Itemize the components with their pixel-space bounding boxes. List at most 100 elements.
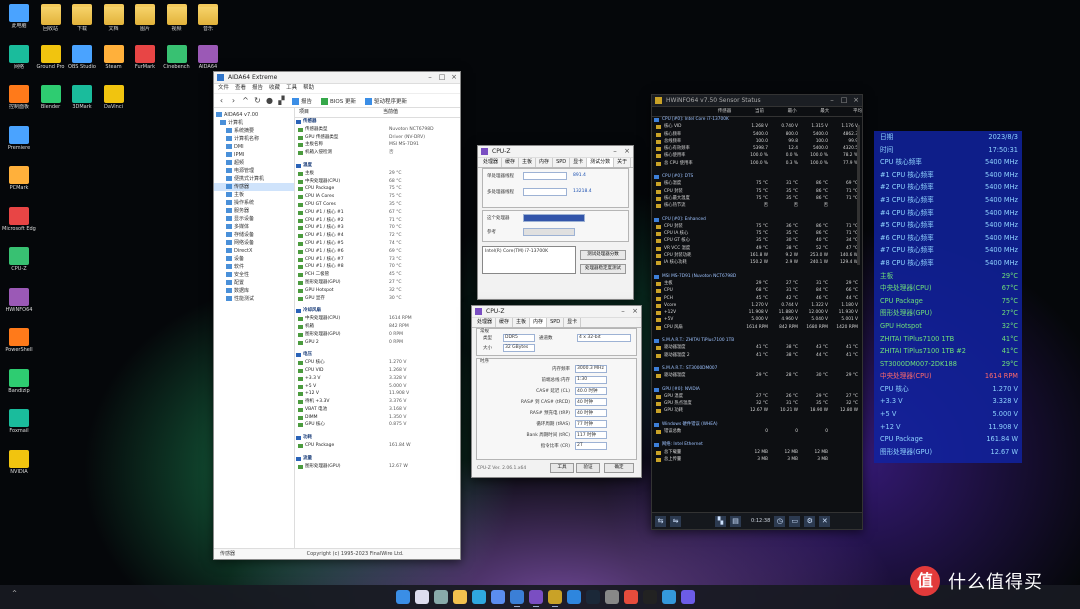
search-icon[interactable]: [415, 590, 429, 604]
desktop-icon[interactable]: 此电脑: [2, 4, 36, 29]
tree-item[interactable]: 存储设备: [214, 231, 294, 239]
arrows-icon[interactable]: ⇆: [655, 515, 666, 527]
start-icon[interactable]: [396, 590, 410, 604]
tab-7[interactable]: 关于: [614, 158, 632, 167]
cpuz-memory-titlebar[interactable]: CPU-Z – ×: [472, 306, 641, 318]
desktop-icon[interactable]: 图片: [128, 4, 162, 32]
sensor-row[interactable]: CPU 封装功耗 161.8 W 9.2 W 253.0 W 140.6 W: [652, 252, 862, 259]
chart-icon[interactable]: ▞: [277, 96, 286, 105]
sensor-row[interactable]: 中央处理器(CPU) 68 °C: [295, 178, 460, 186]
tree-item[interactable]: 计算机: [214, 119, 294, 127]
sensor-row[interactable]: 待机 +3.3V 3.376 V: [295, 398, 460, 406]
tree-item[interactable]: 便携式计算机: [214, 175, 294, 183]
section-header[interactable]: 功耗: [295, 434, 460, 442]
sensor-group-header[interactable]: S.M.A.R.T.: ZHITAI TiPlus7100 1TB: [652, 337, 862, 344]
refresh-icon[interactable]: ↻: [253, 96, 262, 105]
desktop-icon[interactable]: Bandizip: [2, 368, 36, 394]
chrome-icon[interactable]: [624, 590, 638, 604]
sensor-row[interactable]: GPU 核心 0.875 V: [295, 421, 460, 429]
sensor-group-header[interactable]: CPU [#0]: Enhanced: [652, 216, 862, 223]
sensor-row[interactable]: VBAT 电池 3.168 V: [295, 406, 460, 414]
sensor-row[interactable]: CPU 封装 75 °C 36 °C 86 °C 71 °C: [652, 223, 862, 230]
sensor-row[interactable]: 核心频率 5400.0 800.0 5400.0 4862.3: [652, 131, 862, 138]
sensor-group-header[interactable]: Windows 硬件错误 (WHEA): [652, 421, 862, 428]
sensor-row[interactable]: 主板 29 °C 27 °C 31 °C 29 °C: [652, 280, 862, 287]
close-sensors-icon[interactable]: ✕: [819, 515, 831, 527]
hwinfo-titlebar[interactable]: HWiNFO64 v7.50 Sensor Status – □ ×: [652, 95, 862, 107]
hwinfo-column-1[interactable]: 当前: [731, 107, 764, 116]
sensor-row[interactable]: 总 CPU 使用率 100.0 % 0.3 % 100.0 % 77.9 %: [652, 160, 862, 167]
sensor-row[interactable]: +5 V 5.000 V: [295, 383, 460, 391]
column-field[interactable]: 项目: [295, 108, 379, 117]
tab-6[interactable]: 测试分数: [587, 158, 615, 167]
desktop-icon[interactable]: 视频: [160, 4, 194, 32]
column-value[interactable]: 当前值: [379, 108, 398, 117]
sensor-row[interactable]: CPU #1 / 核心 #2 71 °C: [295, 217, 460, 225]
tray-expand-icon[interactable]: ^: [12, 590, 17, 597]
tab-5[interactable]: 显卡: [564, 318, 582, 327]
sensor-row[interactable]: 驱动器温度 2 41 °C 38 °C 44 °C 41 °C: [652, 352, 862, 359]
desktop-icon[interactable]: 下载: [65, 4, 99, 32]
hwinfo-column-0[interactable]: 传感器: [652, 107, 732, 116]
driver-update-button[interactable]: 驱动程序更新: [362, 97, 410, 105]
sensor-row[interactable]: CPU #1 / 核心 #7 73 °C: [295, 256, 460, 264]
desktop-icon[interactable]: Blender: [34, 85, 68, 110]
bench-cpu-button[interactable]: 测试处理器分数: [580, 250, 626, 260]
desktop-icon[interactable]: 控制面板: [2, 85, 36, 110]
sensor-row[interactable]: 主板 29 °C: [295, 170, 460, 178]
photos-icon[interactable]: [662, 590, 676, 604]
sensor-group-header[interactable]: CPU [#0]: DTS: [652, 173, 862, 180]
clock-icon[interactable]: ◷: [774, 515, 786, 527]
desktop-icon[interactable]: HWiNFO64: [2, 287, 36, 313]
sensor-row[interactable]: CPU 68 °C 31 °C 84 °C 66 °C: [652, 287, 862, 294]
tree-item[interactable]: DirectX: [214, 247, 294, 255]
sensor-row[interactable]: CPU 封装 75 °C 35 °C 86 °C 71 °C: [652, 188, 862, 195]
tree-item[interactable]: AIDA64 v7.00: [214, 111, 294, 119]
sensor-row[interactable]: GPU 热点温度 32 °C 31 °C 35 °C 32 °C: [652, 400, 862, 407]
maximize-icon[interactable]: □: [838, 95, 850, 106]
aida64-icon[interactable]: [510, 590, 524, 607]
reset-icon[interactable]: ▭: [789, 515, 801, 527]
desktop-icon[interactable]: NVIDIA: [2, 449, 36, 475]
sensor-row[interactable]: VR VCC 温度 49 °C 38 °C 52 °C 47 °C: [652, 245, 862, 252]
sensor-row[interactable]: +12V 11.908 V 11.880 V 12.000 V 11.930 V: [652, 309, 862, 316]
hwinfo-column-4[interactable]: 平均: [829, 107, 862, 116]
sensor-row[interactable]: GPU Hotspot 32 °C: [295, 287, 460, 295]
desktop-icon[interactable]: DaVinci: [97, 85, 131, 110]
tree-item[interactable]: 多媒体: [214, 223, 294, 231]
desktop-icon[interactable]: Ground Pro: [34, 44, 68, 70]
desktop-icon[interactable]: CPU-Z: [2, 247, 36, 272]
aida64-titlebar[interactable]: AIDA64 Extreme – □ ×: [214, 72, 460, 84]
sensor-row[interactable]: CPU Package 161.84 W: [295, 442, 460, 450]
minimize-icon[interactable]: –: [826, 95, 838, 106]
tab-3[interactable]: 内存: [536, 158, 554, 167]
sensor-row[interactable]: IA 核心功耗 150.2 W 2.9 W 240.1 W 129.4 W: [652, 259, 862, 266]
menu-item[interactable]: 帮助: [303, 85, 314, 91]
back-arrow-icon[interactable]: ‹: [217, 96, 226, 105]
hwinfo-column-3[interactable]: 最大: [797, 107, 829, 116]
desktop-icon[interactable]: PCMark: [2, 166, 36, 191]
sensor-row[interactable]: 核心温度 75 °C 31 °C 86 °C 69 °C: [652, 180, 862, 187]
close-icon[interactable]: ×: [448, 72, 460, 83]
tree-item[interactable]: 设备: [214, 255, 294, 263]
desktop-icon[interactable]: 文档: [97, 4, 131, 32]
tree-item[interactable]: 软件: [214, 263, 294, 271]
sensor-row[interactable]: GPU 传感器类型 Driver (NV-DRV): [295, 134, 460, 142]
tree-item[interactable]: IPMI: [214, 151, 294, 159]
tree-item[interactable]: DMI: [214, 143, 294, 151]
sensor-row[interactable]: 中央处理器(CPU) 1614 RPM: [295, 315, 460, 323]
tree-item[interactable]: 超频: [214, 159, 294, 167]
hwinfo-scrollbar[interactable]: [857, 125, 860, 265]
sensor-row[interactable]: 总线频率 100.0 99.8 100.0 99.9: [652, 138, 862, 145]
tree-item[interactable]: 系统摘要: [214, 127, 294, 135]
section-header[interactable]: 温度: [295, 162, 460, 170]
desktop-icon[interactable]: Microsoft Edge: [2, 206, 36, 232]
sensor-group-header[interactable]: S.M.A.R.T.: ST3000DM007: [652, 365, 862, 372]
sensor-row[interactable]: 机箱入侵检测否: [295, 149, 460, 157]
maximize-icon[interactable]: □: [436, 72, 448, 83]
tab-1[interactable]: 缓存: [496, 318, 514, 327]
desktop-icon[interactable]: Premiere: [2, 125, 36, 151]
validate-button[interactable]: 验证: [576, 463, 600, 473]
sensor-row[interactable]: 机箱 842 RPM: [295, 323, 460, 331]
close-icon[interactable]: ×: [621, 146, 633, 157]
